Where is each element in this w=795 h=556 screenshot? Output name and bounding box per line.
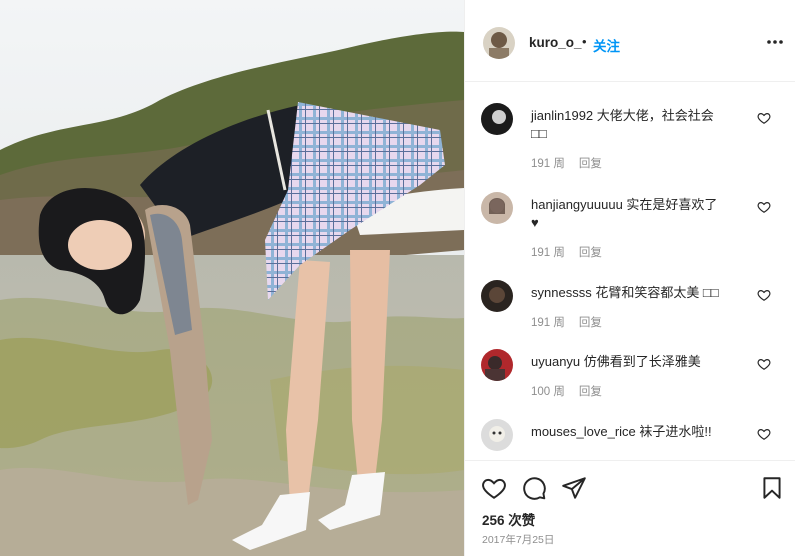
comment-body: 花臂和笑容都太美 □□ <box>591 285 719 300</box>
comment-text: jianlin1992 大佬大佬，社会社会 □□ <box>531 107 741 143</box>
commenter-username[interactable]: jianlin1992 <box>531 108 593 123</box>
follow-button[interactable]: 关注 <box>593 35 620 55</box>
comment-meta: 191 周 回复 <box>531 244 616 260</box>
comment-item: uyuanyu 仿佛看到了长泽雅美 100 周 回复 <box>465 349 795 419</box>
post-sidebar: kuro_o_ • 关注 jianlin1992 大佬大佬，社会社会 □□ 19… <box>464 0 795 556</box>
author-avatar-image <box>483 27 515 59</box>
commenter-avatar-image <box>481 280 513 312</box>
commenter-username[interactable]: synnessss <box>531 285 592 300</box>
reply-button[interactable]: 回复 <box>579 158 602 170</box>
post-photo-drawing <box>0 0 464 556</box>
commenter-username[interactable]: mouses_love_rice <box>531 424 636 439</box>
comment-text: synnessss 花臂和笑容都太美 □□ <box>531 284 741 302</box>
comment-item: synnessss 花臂和笑容都太美 □□ 191 周 回复 <box>465 280 795 350</box>
more-icon[interactable] <box>765 32 785 52</box>
commenter-avatar[interactable] <box>481 280 513 312</box>
commenter-avatar-image <box>481 349 513 381</box>
bookmark-icon[interactable] <box>759 475 785 501</box>
comment-body-extra: ♥ <box>531 215 539 230</box>
comment-meta: 100 周 回复 <box>531 383 616 399</box>
commenter-avatar-image <box>481 103 513 135</box>
comment-body: 袜子进水啦!! <box>635 424 712 439</box>
commenter-username[interactable]: uyuanyu <box>531 354 580 369</box>
comment-item: jianlin1992 大佬大佬，社会社会 □□ 191 周 回复 <box>465 103 795 173</box>
comment-text: hanjiangyuuuuu 实在是好喜欢了 ♥ <box>531 196 741 232</box>
comment-time: 100 周 <box>531 386 565 398</box>
commenter-avatar[interactable] <box>481 349 513 381</box>
commenter-username[interactable]: hanjiangyuuuuu <box>531 197 623 212</box>
comment-body: 实在是好喜欢了 <box>622 197 718 212</box>
comment-meta: 191 周 回复 <box>531 155 616 171</box>
comment-time: 191 周 <box>531 247 565 259</box>
commenter-avatar-image <box>481 419 513 451</box>
reply-button[interactable]: 回复 <box>579 317 602 329</box>
heart-icon[interactable] <box>757 200 771 214</box>
header-separator: • <box>582 34 587 49</box>
likes-count[interactable]: 256 次赞 <box>482 509 535 529</box>
heart-icon[interactable] <box>757 111 771 125</box>
commenter-avatar[interactable] <box>481 103 513 135</box>
heart-icon[interactable] <box>757 427 771 441</box>
comment-time: 191 周 <box>531 158 565 170</box>
comment-body: 大佬大佬，社会社会 <box>593 108 714 123</box>
author-username[interactable]: kuro_o_ <box>529 35 582 50</box>
comment-item: mouses_love_rice 袜子进水啦!! <box>465 419 795 460</box>
post-actions: 256 次赞 2017年7月25日 <box>465 460 795 556</box>
comment-time: 191 周 <box>531 317 565 329</box>
comment-icon[interactable] <box>521 475 547 501</box>
comment-text: mouses_love_rice 袜子进水啦!! <box>531 423 741 441</box>
reply-button[interactable]: 回复 <box>579 247 602 259</box>
reply-button[interactable]: 回复 <box>579 386 602 398</box>
post-header: kuro_o_ • 关注 <box>465 0 795 82</box>
comment-meta: 191 周 回复 <box>531 314 616 330</box>
heart-icon[interactable] <box>481 475 507 501</box>
comment-text: uyuanyu 仿佛看到了长泽雅美 <box>531 353 741 371</box>
post-photo[interactable] <box>0 0 464 556</box>
share-icon[interactable] <box>561 475 587 501</box>
author-avatar[interactable] <box>483 27 515 59</box>
commenter-avatar-image <box>481 192 513 224</box>
commenter-avatar[interactable] <box>481 192 513 224</box>
post-date: 2017年7月25日 <box>482 534 555 546</box>
heart-icon[interactable] <box>757 288 771 302</box>
comment-body-extra: □□ <box>531 126 547 141</box>
comment-item: hanjiangyuuuuu 实在是好喜欢了 ♥ 191 周 回复 <box>465 192 795 262</box>
heart-icon[interactable] <box>757 357 771 371</box>
commenter-avatar[interactable] <box>481 419 513 451</box>
comments-list[interactable]: jianlin1992 大佬大佬，社会社会 □□ 191 周回复 hanjian… <box>465 83 795 460</box>
comment-body: 仿佛看到了长泽雅美 <box>580 354 701 369</box>
